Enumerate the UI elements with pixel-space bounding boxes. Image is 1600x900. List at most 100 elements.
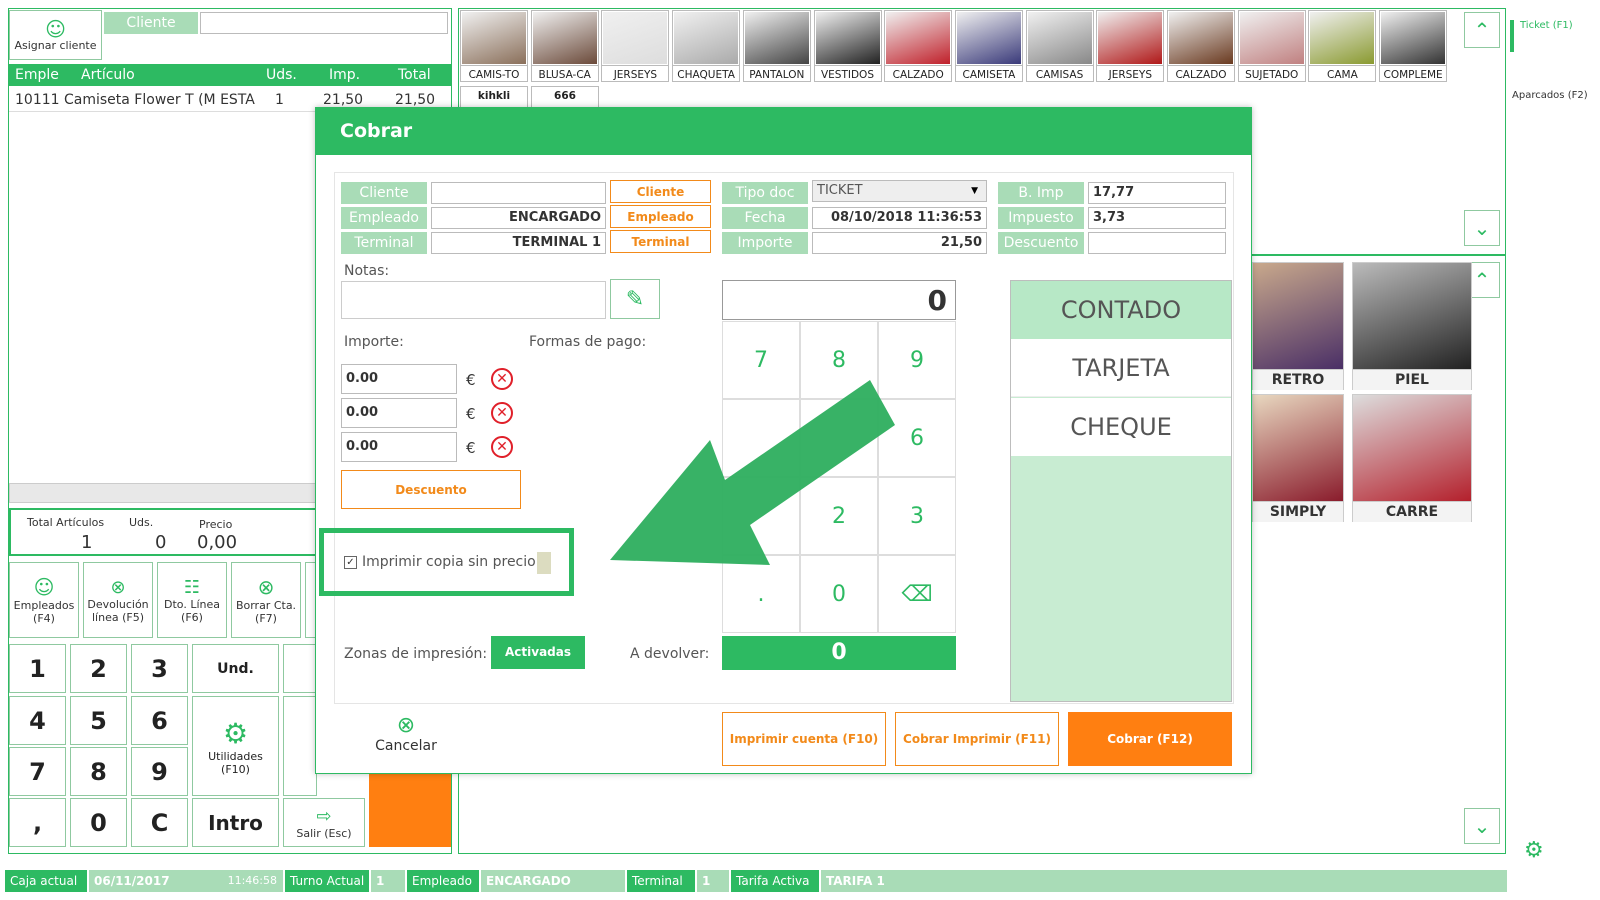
key-2[interactable]: 2 [70, 644, 127, 693]
key-comma[interactable]: , [9, 798, 66, 847]
discount-field[interactable] [1088, 232, 1226, 254]
utilities-button[interactable]: ⚙ Utilidades (F10) [192, 696, 279, 796]
products-down-button[interactable]: ⌄ [1464, 808, 1500, 844]
change-value: 0 [722, 636, 956, 670]
key-5[interactable]: 5 [70, 696, 127, 745]
payment-check[interactable]: CHEQUE [1011, 398, 1231, 456]
key-1[interactable]: 1 [9, 644, 66, 693]
print-account-button[interactable]: Imprimir cuenta (F10) [722, 712, 886, 766]
client-field[interactable] [200, 12, 448, 34]
terminal-label: Terminal [341, 232, 427, 254]
category-label: PANTALON [743, 65, 810, 84]
doc-type-select[interactable]: TICKET ▼ [812, 180, 987, 202]
payment-card[interactable]: TARJETA [1011, 339, 1231, 397]
dialog-title: Cobrar [315, 107, 1252, 155]
category-label: CHAQUETA [673, 65, 740, 84]
terminal-button[interactable]: Terminal [610, 230, 711, 253]
divider [1252, 254, 1506, 256]
parked-tab[interactable]: Aparcados (F2) [1510, 90, 1598, 102]
payment-cash[interactable]: CONTADO [1011, 281, 1231, 339]
category-tile[interactable]: CAMA [1308, 10, 1377, 84]
key-4[interactable]: 4 [9, 696, 66, 745]
key-units[interactable]: Und. [192, 644, 279, 693]
employee-field[interactable]: ENCARGADO [431, 207, 606, 229]
category-label: COMPLEME [1380, 65, 1447, 84]
remove-icon[interactable]: ✕ [491, 402, 513, 424]
remove-icon[interactable]: ✕ [491, 368, 513, 390]
category-image [462, 12, 526, 64]
status-caja-date: 06/11/2017 11:46:58 [89, 870, 283, 892]
client-field[interactable] [431, 182, 606, 204]
category-tile[interactable]: CAMIS-TO [460, 10, 528, 82]
product-tile[interactable]: SIMPLY [1252, 394, 1344, 522]
change-label: A devolver: [630, 646, 710, 662]
category-tile[interactable]: PANTALON [742, 10, 811, 84]
delete-account-button[interactable]: ⊗ Borrar Cta. (F7) [231, 562, 301, 638]
payment-methods-label: Formas de pago: [529, 334, 647, 350]
amount-section-label: Importe: [344, 334, 404, 350]
terminal-field[interactable]: TERMINAL 1 [431, 232, 606, 254]
category-tile[interactable]: CALZADO [1167, 10, 1235, 82]
charge-button[interactable]: Cobrar (F12) [1068, 712, 1232, 766]
scroll-down-button[interactable]: ⌄ [1464, 210, 1500, 246]
category-tile[interactable]: JERSEYS [601, 10, 670, 82]
key-6[interactable]: 6 [131, 696, 188, 745]
line-discount-button[interactable]: ☷ Dto. Línea (F6) [157, 562, 227, 638]
category-tile[interactable]: CAMISETA [954, 10, 1023, 82]
chevron-up-icon: ⌃ [1473, 18, 1491, 42]
dropdown-arrow-icon: ▼ [971, 186, 978, 196]
base-field: 17,77 [1088, 182, 1226, 204]
settings-icon[interactable]: ⚙ [1524, 838, 1544, 863]
assign-client-button[interactable]: ☺ Asignar cliente [9, 10, 102, 60]
ticket-header: Emple Artículo Uds. Imp. Total [9, 64, 451, 86]
side-func-button[interactable] [283, 644, 317, 693]
category-image [1169, 12, 1233, 64]
category-label: CAMA [1309, 65, 1376, 84]
charge-print-button[interactable]: Cobrar Imprimir (F11) [895, 712, 1059, 766]
key-9[interactable]: 9 [131, 747, 188, 796]
product-tile[interactable]: PIEL [1352, 262, 1472, 390]
notes-input[interactable] [341, 281, 606, 319]
employees-button[interactable]: ☺ Empleados (F4) [9, 562, 79, 638]
open-button[interactable] [283, 696, 317, 796]
employee-button[interactable]: Empleado [610, 205, 711, 228]
amount-input-3[interactable]: 0.00 [341, 432, 457, 462]
key-7[interactable]: 7 [9, 747, 66, 796]
print-copy-swatch [537, 552, 551, 574]
cancel-button[interactable]: ⊗ Cancelar [366, 714, 446, 764]
discount-label: Descuento [998, 232, 1084, 254]
product-image [1353, 395, 1471, 501]
remove-icon[interactable]: ✕ [491, 436, 513, 458]
pencil-icon: ✎ [625, 286, 645, 312]
category-tile[interactable]: CHAQUETA [672, 10, 741, 84]
category-tile[interactable]: BLUSA-CA [530, 10, 599, 82]
category-tile[interactable]: COMPLEME [1379, 10, 1448, 84]
scroll-up-button[interactable]: ⌃ [1464, 12, 1500, 48]
exit-button[interactable]: ⇨ Salir (Esc) [283, 798, 365, 847]
print-copy-checkbox[interactable]: ✓ [344, 556, 357, 569]
key-8[interactable]: 8 [70, 747, 127, 796]
category-tile[interactable]: CALZADO [884, 10, 953, 82]
key-3[interactable]: 3 [131, 644, 188, 693]
product-tile[interactable]: CARRE [1352, 394, 1472, 522]
category-tile[interactable]: SUJETADO [1237, 10, 1306, 82]
chevron-up-icon: ⌃ [1473, 268, 1491, 292]
amount-input-1[interactable]: 0.00 [341, 364, 457, 394]
category-tile[interactable]: JERSEYS [1096, 10, 1165, 82]
client-button[interactable]: Cliente [610, 180, 711, 203]
orange-action-button[interactable] [369, 773, 451, 847]
product-tile[interactable]: RETRO [1252, 262, 1344, 390]
discount-button[interactable]: Descuento [341, 470, 521, 509]
amount-input-2[interactable]: 0.00 [341, 398, 457, 428]
date-field: 08/10/2018 11:36:53 [812, 207, 987, 229]
line-return-button[interactable]: ⊗ Devolución línea (F5) [83, 562, 153, 638]
category-label: CAMISAS [1026, 65, 1093, 84]
print-zones-button[interactable]: Activadas [491, 636, 585, 669]
category-tile[interactable]: VESTIDOS [813, 10, 882, 82]
key-enter[interactable]: Intro [192, 798, 279, 847]
category-tile[interactable]: CAMISAS [1025, 10, 1094, 84]
edit-notes-button[interactable]: ✎ [610, 279, 660, 319]
key-0[interactable]: 0 [70, 798, 127, 847]
ticket-tab[interactable]: Ticket (F1) [1510, 20, 1594, 52]
key-clear[interactable]: C [131, 798, 188, 847]
